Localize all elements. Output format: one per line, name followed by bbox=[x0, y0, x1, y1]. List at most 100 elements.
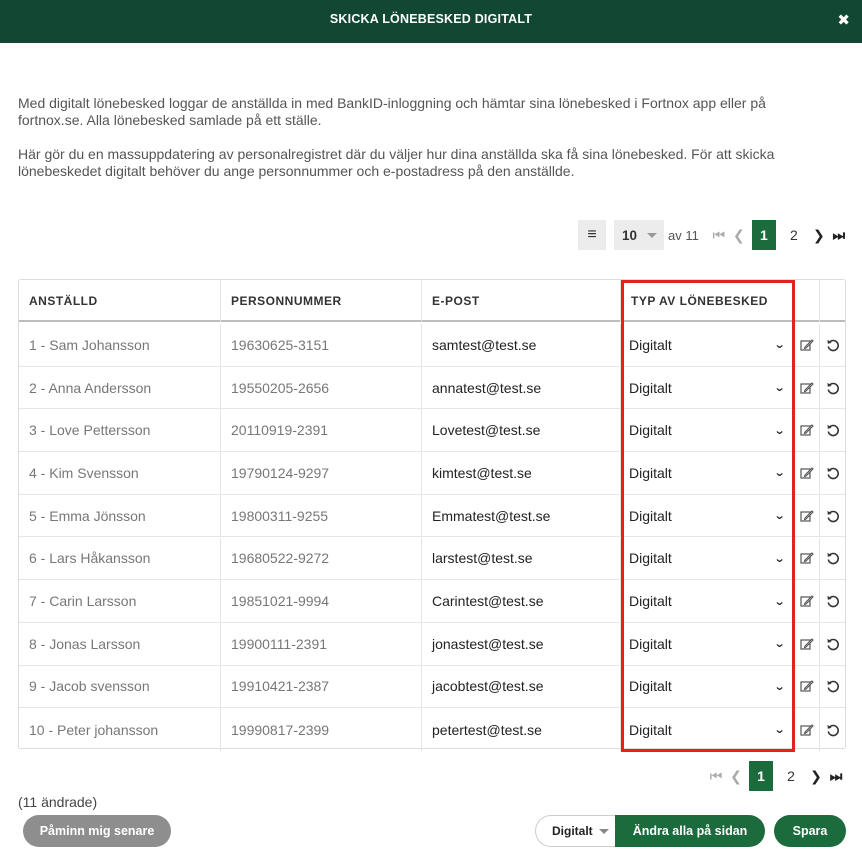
header-payslip-type: TYP AV LÖNEBESKED bbox=[621, 280, 795, 322]
undo-button[interactable] bbox=[820, 324, 845, 366]
header-email: E-POST bbox=[422, 280, 621, 322]
undo-button[interactable] bbox=[820, 367, 845, 409]
edit-button[interactable] bbox=[795, 366, 820, 409]
page-1-button[interactable]: 1 bbox=[751, 220, 776, 250]
page-size-select[interactable]: 10 bbox=[614, 220, 664, 250]
first-page-icon[interactable]: ⏮ bbox=[709, 220, 729, 250]
email-cell: jacobtest@test.se bbox=[422, 665, 621, 708]
email-cell: samtest@test.se bbox=[422, 324, 621, 366]
payslip-type-select[interactable]: Digitalt ⌄ bbox=[621, 665, 795, 708]
email-cell: petertest@test.se bbox=[422, 708, 621, 751]
edit-button[interactable] bbox=[795, 537, 820, 580]
undo-icon bbox=[827, 595, 839, 608]
personnummer-cell: 19790124-9297 bbox=[221, 452, 422, 494]
payslip-type-value: Digitalt bbox=[629, 379, 672, 396]
edit-button[interactable] bbox=[795, 580, 820, 622]
edit-icon bbox=[800, 467, 814, 479]
table-row: 2 - Anna Andersson 19550205-2656 annatest@… bbox=[19, 366, 845, 410]
pagination-top: ≡ 10 av 11 ⏮ ❮ 1 2 ❯ ⏭ bbox=[578, 220, 849, 250]
payslip-type-value: Digitalt bbox=[629, 593, 672, 610]
page-count-label: av 11 bbox=[668, 227, 699, 243]
payslip-type-value: Digitalt bbox=[629, 336, 672, 353]
undo-button[interactable] bbox=[820, 623, 845, 665]
employee-cell: 4 - Kim Svensson bbox=[19, 452, 221, 494]
list-menu-icon[interactable]: ≡ bbox=[578, 220, 606, 250]
header-undo bbox=[820, 280, 845, 322]
payslip-type-value: Digitalt bbox=[629, 507, 672, 524]
prev-page-icon[interactable]: ❮ bbox=[729, 220, 749, 250]
edit-button[interactable] bbox=[795, 622, 820, 665]
email-cell: Carintest@test.se bbox=[422, 580, 621, 622]
page-2-button[interactable]: 2 bbox=[779, 761, 803, 791]
edit-button[interactable] bbox=[795, 708, 820, 751]
edit-button[interactable] bbox=[795, 665, 820, 708]
undo-icon bbox=[827, 339, 839, 352]
remind-later-button[interactable]: Påminn mig senare bbox=[23, 815, 171, 847]
payslip-type-select[interactable]: Digitalt ⌄ bbox=[621, 366, 795, 409]
chevron-down-icon: ⌄ bbox=[773, 680, 786, 693]
employee-cell: 9 - Jacob svensson bbox=[19, 665, 221, 708]
personnummer-cell: 19680522-9272 bbox=[221, 537, 422, 580]
table-header: ANSTÄLLD PERSONNUMMER E-POST TYP AV LÖNE… bbox=[19, 280, 845, 322]
edit-button[interactable] bbox=[795, 494, 820, 537]
payslip-type-select[interactable]: Digitalt ⌄ bbox=[621, 452, 795, 494]
prev-page-icon[interactable]: ❮ bbox=[726, 761, 746, 791]
edit-icon bbox=[800, 723, 814, 736]
bulk-type-value: Digitalt bbox=[552, 824, 593, 838]
employee-cell: 8 - Jonas Larsson bbox=[19, 622, 221, 665]
edit-button[interactable] bbox=[795, 452, 820, 494]
caret-down-icon bbox=[647, 233, 657, 238]
bulk-change: Digitalt Ändra alla på sidan bbox=[535, 815, 765, 847]
undo-icon bbox=[827, 681, 839, 693]
undo-icon bbox=[827, 638, 839, 651]
undo-button[interactable] bbox=[820, 452, 845, 494]
page-1-button[interactable]: 1 bbox=[749, 761, 773, 791]
edit-button[interactable] bbox=[795, 324, 820, 366]
personnummer-cell: 20110919-2391 bbox=[221, 409, 422, 452]
personnummer-cell: 19900111-2391 bbox=[221, 622, 422, 665]
email-cell: annatest@test.se bbox=[422, 366, 621, 409]
payslip-type-select[interactable]: Digitalt ⌄ bbox=[621, 324, 795, 366]
save-button[interactable]: Spara bbox=[774, 815, 846, 847]
close-icon[interactable]: ✖ bbox=[837, 13, 850, 28]
personnummer-cell: 19550205-2656 bbox=[221, 366, 422, 409]
chevron-down-icon: ⌄ bbox=[773, 638, 786, 651]
payslip-type-select[interactable]: Digitalt ⌄ bbox=[621, 494, 795, 537]
payslip-type-select[interactable]: Digitalt ⌄ bbox=[621, 537, 795, 580]
payslip-type-value: Digitalt bbox=[629, 635, 672, 652]
undo-icon bbox=[827, 382, 839, 394]
undo-button[interactable] bbox=[820, 580, 845, 622]
edit-icon bbox=[800, 680, 814, 693]
table-row: 9 - Jacob svensson 19910421-2387 jacobtest… bbox=[19, 665, 845, 709]
edit-icon bbox=[800, 339, 814, 351]
employee-cell: 6 - Lars Håkansson bbox=[19, 537, 221, 580]
undo-button[interactable] bbox=[820, 708, 845, 751]
header-employee: ANSTÄLLD bbox=[19, 280, 221, 322]
personnummer-cell: 19910421-2387 bbox=[221, 665, 422, 708]
changed-count: (11 ändrade) bbox=[18, 794, 98, 810]
next-page-icon[interactable]: ❯ bbox=[806, 761, 826, 791]
apply-all-button[interactable]: Ändra alla på sidan bbox=[615, 815, 765, 847]
intro-paragraph-1: Med digitalt lönebesked loggar de anstäl… bbox=[18, 95, 766, 128]
payslip-type-select[interactable]: Digitalt ⌄ bbox=[621, 708, 795, 751]
table-row: 1 - Sam Johansson 19630625-3151 samtest@te… bbox=[19, 324, 845, 367]
undo-button[interactable] bbox=[820, 409, 845, 451]
page-2-button[interactable]: 2 bbox=[782, 220, 806, 250]
last-page-icon[interactable]: ⏭ bbox=[826, 761, 846, 791]
email-cell: Lovetest@test.se bbox=[422, 409, 621, 452]
next-page-icon[interactable]: ❯ bbox=[809, 220, 829, 250]
undo-button[interactable] bbox=[820, 495, 845, 537]
edit-button[interactable] bbox=[795, 409, 820, 452]
undo-button[interactable] bbox=[820, 666, 845, 708]
last-page-icon[interactable]: ⏭ bbox=[829, 220, 849, 250]
personnummer-cell: 19851021-9994 bbox=[221, 580, 422, 622]
first-page-icon[interactable]: ⏮ bbox=[706, 761, 726, 791]
payslip-type-value: Digitalt bbox=[629, 422, 672, 439]
bulk-type-select[interactable]: Digitalt bbox=[535, 815, 615, 847]
undo-button[interactable] bbox=[820, 538, 845, 580]
undo-icon bbox=[827, 510, 839, 522]
payslip-type-select[interactable]: Digitalt ⌄ bbox=[621, 580, 795, 622]
payslip-type-select[interactable]: Digitalt ⌄ bbox=[621, 409, 795, 452]
payslip-type-select[interactable]: Digitalt ⌄ bbox=[621, 622, 795, 665]
chevron-down-icon: ⌄ bbox=[773, 595, 786, 608]
